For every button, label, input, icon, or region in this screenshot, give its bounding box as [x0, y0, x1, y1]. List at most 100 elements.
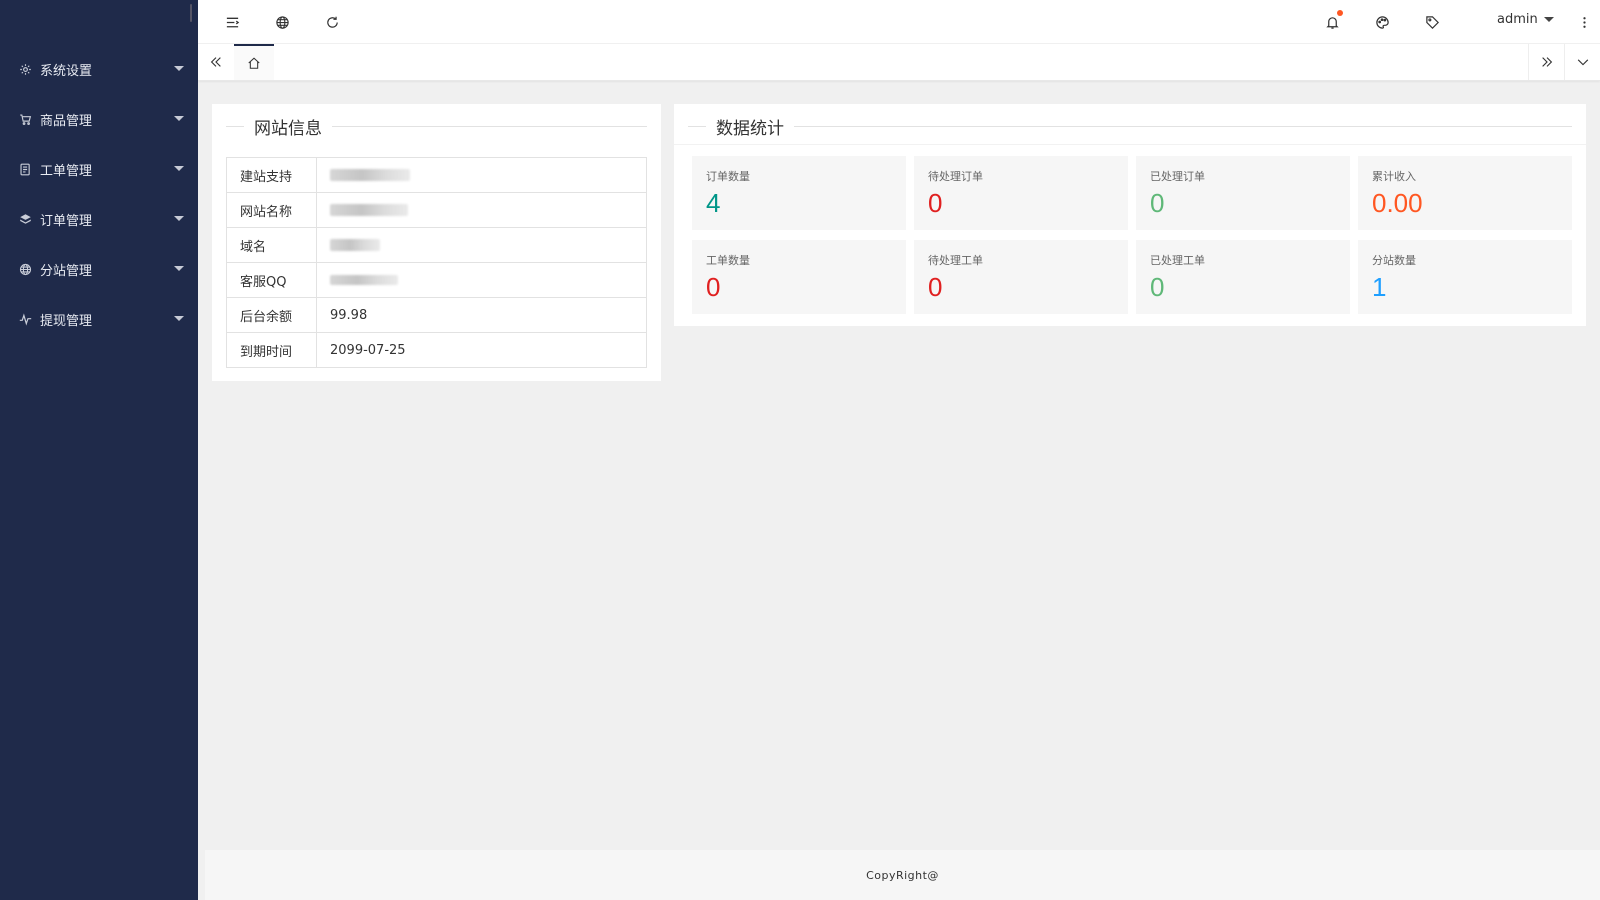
cart-icon	[18, 112, 32, 126]
stat-value: 0	[928, 188, 943, 218]
tabs-scroll-right-button[interactable]	[1528, 44, 1564, 80]
stat-pending-tickets: 待处理工单 0	[914, 240, 1128, 314]
sidebar-item-system-settings[interactable]: 系统设置	[0, 44, 198, 94]
sidebar-item-label: 商品管理	[40, 113, 93, 129]
card-title: 数据统计	[716, 118, 784, 139]
stat-label: 分站数量	[1372, 254, 1416, 267]
chevron-down-icon	[1577, 59, 1588, 66]
sidebar-item-products[interactable]: 商品管理	[0, 94, 198, 144]
top-header: admin	[198, 0, 1600, 44]
stat-value: 0	[1150, 188, 1165, 218]
stat-processed-tickets: 已处理工单 0	[1136, 240, 1350, 314]
sidebar-item-label: 订单管理	[40, 213, 93, 229]
menu-fold-icon	[226, 17, 239, 27]
stat-label: 累计收入	[1372, 170, 1416, 183]
redacted-value	[330, 169, 410, 181]
stat-label: 待处理工单	[928, 254, 983, 267]
sidebar-item-substations[interactable]: 分站管理	[0, 244, 198, 294]
chevron-down-icon	[174, 166, 184, 171]
user-menu[interactable]: admin	[1497, 12, 1554, 27]
chevron-down-icon	[1543, 17, 1554, 22]
notification-dot	[1337, 10, 1343, 16]
tag-icon	[1425, 15, 1439, 29]
more-button[interactable]	[1574, 12, 1594, 32]
row-key: 域名	[226, 227, 317, 263]
stat-label: 已处理订单	[1150, 170, 1205, 183]
username: admin	[1497, 12, 1538, 27]
stat-ticket-count: 工单数量 0	[692, 240, 906, 314]
row-key: 网站名称	[226, 192, 317, 228]
card-title: 网站信息	[254, 118, 322, 139]
tab-home[interactable]	[234, 44, 274, 80]
chevron-down-icon	[174, 266, 184, 271]
stat-value: 0	[928, 272, 943, 302]
sidebar: 系统设置 商品管理 工单管理 订单管理 分站管理 提现管理	[0, 0, 198, 900]
sidebar-item-orders[interactable]: 订单管理	[0, 194, 198, 244]
table-row: 客服QQ	[226, 262, 647, 298]
more-vertical-icon	[1582, 16, 1586, 28]
stat-value: 0	[706, 272, 721, 302]
card-header: 网站信息	[226, 114, 647, 139]
website-button[interactable]	[272, 12, 292, 32]
chevron-down-icon	[174, 216, 184, 221]
refresh-icon	[326, 16, 338, 28]
layers-icon	[18, 212, 32, 226]
stat-pending-orders: 待处理订单 0	[914, 156, 1128, 230]
page-tabs	[198, 44, 1600, 81]
theme-button[interactable]	[1372, 12, 1392, 32]
copyright-text: CopyRight@	[866, 868, 939, 882]
stat-substation-count: 分站数量 1	[1358, 240, 1572, 314]
sidebar-item-tickets[interactable]: 工单管理	[0, 144, 198, 194]
globe-icon	[275, 15, 289, 29]
stat-label: 工单数量	[706, 254, 750, 267]
home-icon	[248, 57, 260, 69]
double-chevron-left-icon	[210, 57, 221, 67]
table-row: 建站支持	[226, 157, 647, 193]
stat-processed-orders: 已处理订单 0	[1136, 156, 1350, 230]
row-value	[316, 262, 647, 298]
sidebar-item-label: 工单管理	[40, 163, 93, 179]
row-value	[316, 157, 647, 193]
sidebar-scrollbar[interactable]	[190, 4, 192, 22]
redacted-value	[330, 239, 380, 251]
sidebar-item-label: 提现管理	[40, 313, 93, 329]
row-key: 后台余额	[226, 297, 317, 333]
notification-button[interactable]	[1322, 10, 1343, 32]
sidebar-item-label: 系统设置	[40, 63, 93, 79]
pulse-icon	[18, 312, 32, 326]
bell-icon	[1325, 16, 1339, 29]
refresh-button[interactable]	[322, 12, 342, 32]
sidebar-item-label: 分站管理	[40, 263, 93, 279]
stat-label: 订单数量	[706, 170, 750, 183]
double-chevron-right-icon	[1541, 57, 1552, 67]
table-row: 到期时间 2099-07-25	[226, 332, 647, 368]
tag-button[interactable]	[1422, 12, 1442, 32]
tabs-menu-button[interactable]	[1564, 44, 1600, 80]
tabs-scroll-left-button[interactable]	[198, 44, 234, 80]
stat-order-count: 订单数量 4	[692, 156, 906, 230]
palette-icon	[1375, 15, 1389, 29]
menu-toggle-button[interactable]	[222, 12, 242, 32]
table-row: 域名	[226, 227, 647, 263]
row-key: 客服QQ	[226, 262, 317, 298]
stat-value: 4	[706, 188, 721, 218]
stat-value: 0.00	[1372, 188, 1423, 218]
redacted-value	[330, 275, 398, 285]
stat-value: 1	[1372, 272, 1387, 302]
row-value	[316, 227, 647, 263]
row-value: 2099-07-25	[316, 332, 647, 368]
stat-total-income: 累计收入 0.00	[1358, 156, 1572, 230]
chevron-down-icon	[174, 66, 184, 71]
stat-label: 待处理订单	[928, 170, 983, 183]
site-info-table: 建站支持 网站名称 域名 客服QQ 后台余额 99.98 到期时间 2099-0…	[226, 157, 647, 368]
chevron-down-icon	[174, 316, 184, 321]
sidebar-item-withdrawals[interactable]: 提现管理	[0, 294, 198, 344]
card-header: 数据统计	[688, 114, 1572, 139]
row-value	[316, 192, 647, 228]
stats-card: 数据统计 订单数量 4 待处理订单 0 已处理订单 0 累计收入 0.00 工单…	[674, 104, 1586, 326]
sidebar-menu: 系统设置 商品管理 工单管理 订单管理 分站管理 提现管理	[0, 44, 198, 344]
footer: CopyRight@	[205, 850, 1600, 900]
stat-label: 已处理工单	[1150, 254, 1205, 267]
ticket-icon	[18, 162, 32, 176]
chevron-down-icon	[174, 116, 184, 121]
